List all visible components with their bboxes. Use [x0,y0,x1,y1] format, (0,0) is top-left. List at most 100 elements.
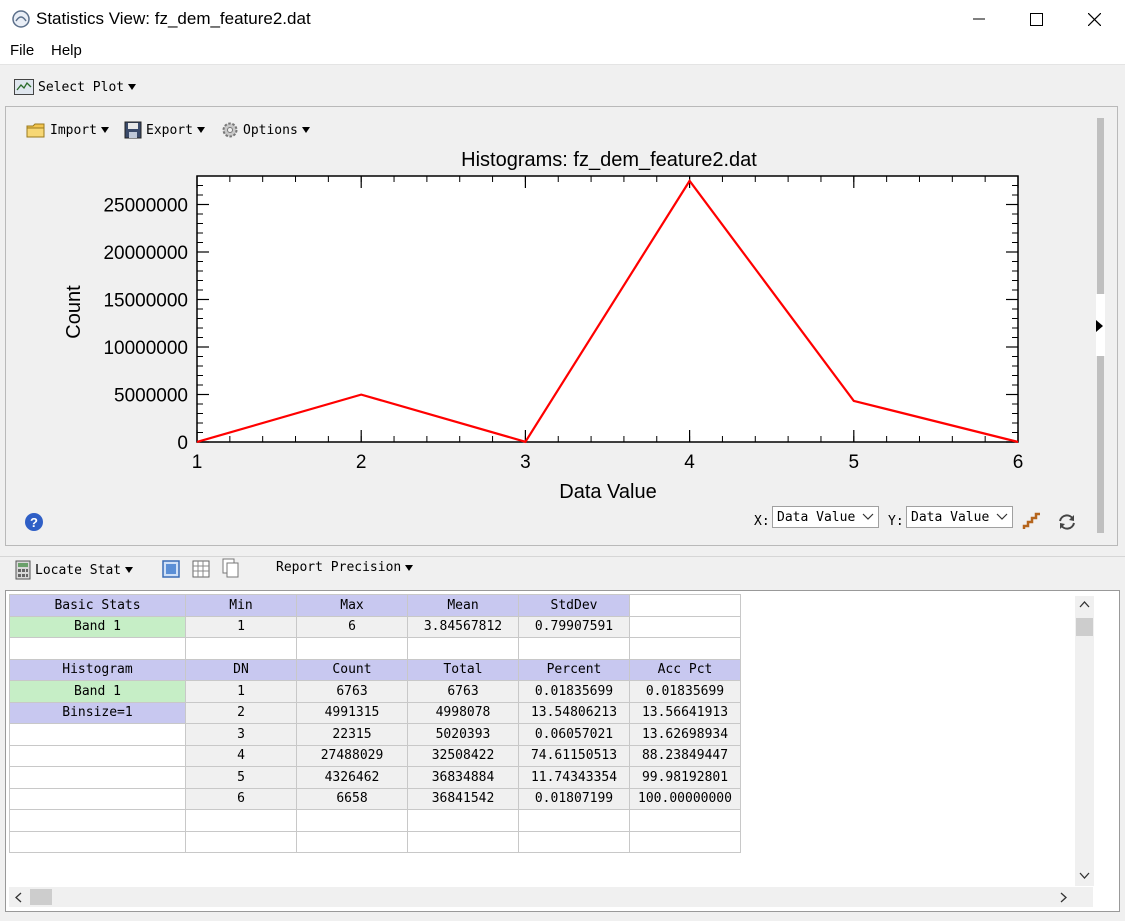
table-cell[interactable]: 4991315 [296,701,408,724]
options-button[interactable]: Options [221,121,310,139]
table-cell[interactable]: 0.79907591 [518,615,630,638]
export-button[interactable]: Export [124,121,205,139]
table-cell[interactable]: Band 1 [9,680,186,703]
table-cell[interactable] [296,830,408,853]
table-cell[interactable] [9,809,186,832]
table-cell[interactable] [629,637,741,660]
refresh-icon[interactable] [1057,512,1077,532]
table-cell[interactable] [629,830,741,853]
table-cell[interactable]: 36834884 [407,766,519,789]
menu-file[interactable]: File [10,42,34,59]
table-cell[interactable]: 22315 [296,723,408,746]
table-cell[interactable]: 6763 [407,680,519,703]
table-vertical-scrollbar[interactable] [1075,596,1094,886]
maximize-button[interactable] [1007,0,1065,38]
table-cell[interactable]: Mean [407,594,519,617]
table-cell[interactable]: DN [185,658,297,681]
plot-area: 0 5000000 10000000 15000000 20000000 25000000… [103,175,1023,473]
table-cell[interactable] [9,744,186,767]
table-cell[interactable] [9,637,186,660]
table-cell[interactable]: 13.62698934 [629,723,741,746]
table-cell[interactable]: 13.56641913 [629,701,741,724]
select-plot-button[interactable]: Select Plot [14,76,137,98]
table-cell[interactable]: Total [407,658,519,681]
copy-icon[interactable] [222,558,240,579]
chevron-down-icon[interactable] [1079,872,1090,880]
table-horizontal-scrollbar[interactable] [9,887,1093,907]
chevron-right-icon[interactable] [1060,892,1068,903]
report-precision-button[interactable]: Report Precision [276,560,414,575]
x-axis-select[interactable]: Data Value [772,506,879,528]
table-cell[interactable] [185,637,297,660]
locate-stat-button[interactable]: Locate Stat [15,560,134,580]
table-cell[interactable]: 6 [185,787,297,810]
table-cell[interactable]: 0.01807199 [518,787,630,810]
table-cell[interactable] [185,830,297,853]
table-cell[interactable] [9,787,186,810]
chevron-left-icon[interactable] [14,892,22,903]
table-cell[interactable]: 4326462 [296,766,408,789]
table-cell[interactable]: 1 [185,615,297,638]
table-cell[interactable]: StdDev [518,594,630,617]
table-cell[interactable]: 5 [185,766,297,789]
table-cell[interactable] [9,766,186,789]
table-cell[interactable]: 6763 [296,680,408,703]
table-cell[interactable]: Max [296,594,408,617]
table-cell[interactable]: Count [296,658,408,681]
chevron-up-icon[interactable] [1079,600,1090,608]
table-cell[interactable]: 99.98192801 [629,766,741,789]
help-icon[interactable]: ? [25,513,43,531]
table-cell[interactable]: 13.54806213 [518,701,630,724]
table-cell[interactable]: 27488029 [296,744,408,767]
table-cell[interactable]: 0.01835699 [629,680,741,703]
table-cell[interactable]: 3.84567812 [407,615,519,638]
table-cell[interactable]: 5020393 [407,723,519,746]
table-cell[interactable]: 3 [185,723,297,746]
cumulative-stairs-icon[interactable] [1022,511,1042,531]
table-cell[interactable]: Acc Pct [629,658,741,681]
table-view-icon[interactable] [192,560,210,578]
table-cell[interactable]: 6 [296,615,408,638]
menu-help[interactable]: Help [51,42,82,59]
table-cell[interactable]: Histogram [9,658,186,681]
table-cell[interactable]: 100.00000000 [629,787,741,810]
table-cell[interactable]: 0.01835699 [518,680,630,703]
table-cell[interactable]: 74.61150513 [518,744,630,767]
table-cell[interactable]: 1 [185,680,297,703]
table-cell[interactable]: Percent [518,658,630,681]
table-cell[interactable] [407,809,519,832]
table-cell[interactable] [518,637,630,660]
table-cell[interactable]: Band 1 [9,615,186,638]
table-cell[interactable] [9,723,186,746]
table-cell[interactable]: 0.06057021 [518,723,630,746]
table-cell[interactable]: Binsize=1 [9,701,186,724]
table-cell[interactable]: 32508422 [407,744,519,767]
table-cell[interactable]: 2 [185,701,297,724]
table-cell[interactable] [629,594,741,617]
table-cell[interactable] [629,615,741,638]
panel-divider[interactable] [0,556,1125,557]
single-view-icon[interactable] [162,560,180,578]
table-cell[interactable] [296,809,408,832]
table-cell[interactable]: 6658 [296,787,408,810]
table-cell[interactable] [407,830,519,853]
table-cell[interactable]: Basic Stats [9,594,186,617]
close-button[interactable] [1065,0,1123,38]
table-cell[interactable]: 4 [185,744,297,767]
table-cell[interactable]: 4998078 [407,701,519,724]
table-cell[interactable]: Min [185,594,297,617]
table-cell[interactable]: 11.74343354 [518,766,630,789]
table-cell[interactable] [296,637,408,660]
y-axis-select[interactable]: Data Value [906,506,1013,528]
table-cell[interactable] [9,830,186,853]
expand-panel-arrow-icon[interactable] [1096,320,1103,332]
table-cell[interactable] [185,809,297,832]
import-button[interactable]: Import [26,121,109,139]
minimize-button[interactable] [950,0,1008,38]
table-cell[interactable] [629,809,741,832]
table-cell[interactable] [518,809,630,832]
table-cell[interactable]: 36841542 [407,787,519,810]
table-cell[interactable] [518,830,630,853]
table-cell[interactable]: 88.23849447 [629,744,741,767]
table-cell[interactable] [407,637,519,660]
